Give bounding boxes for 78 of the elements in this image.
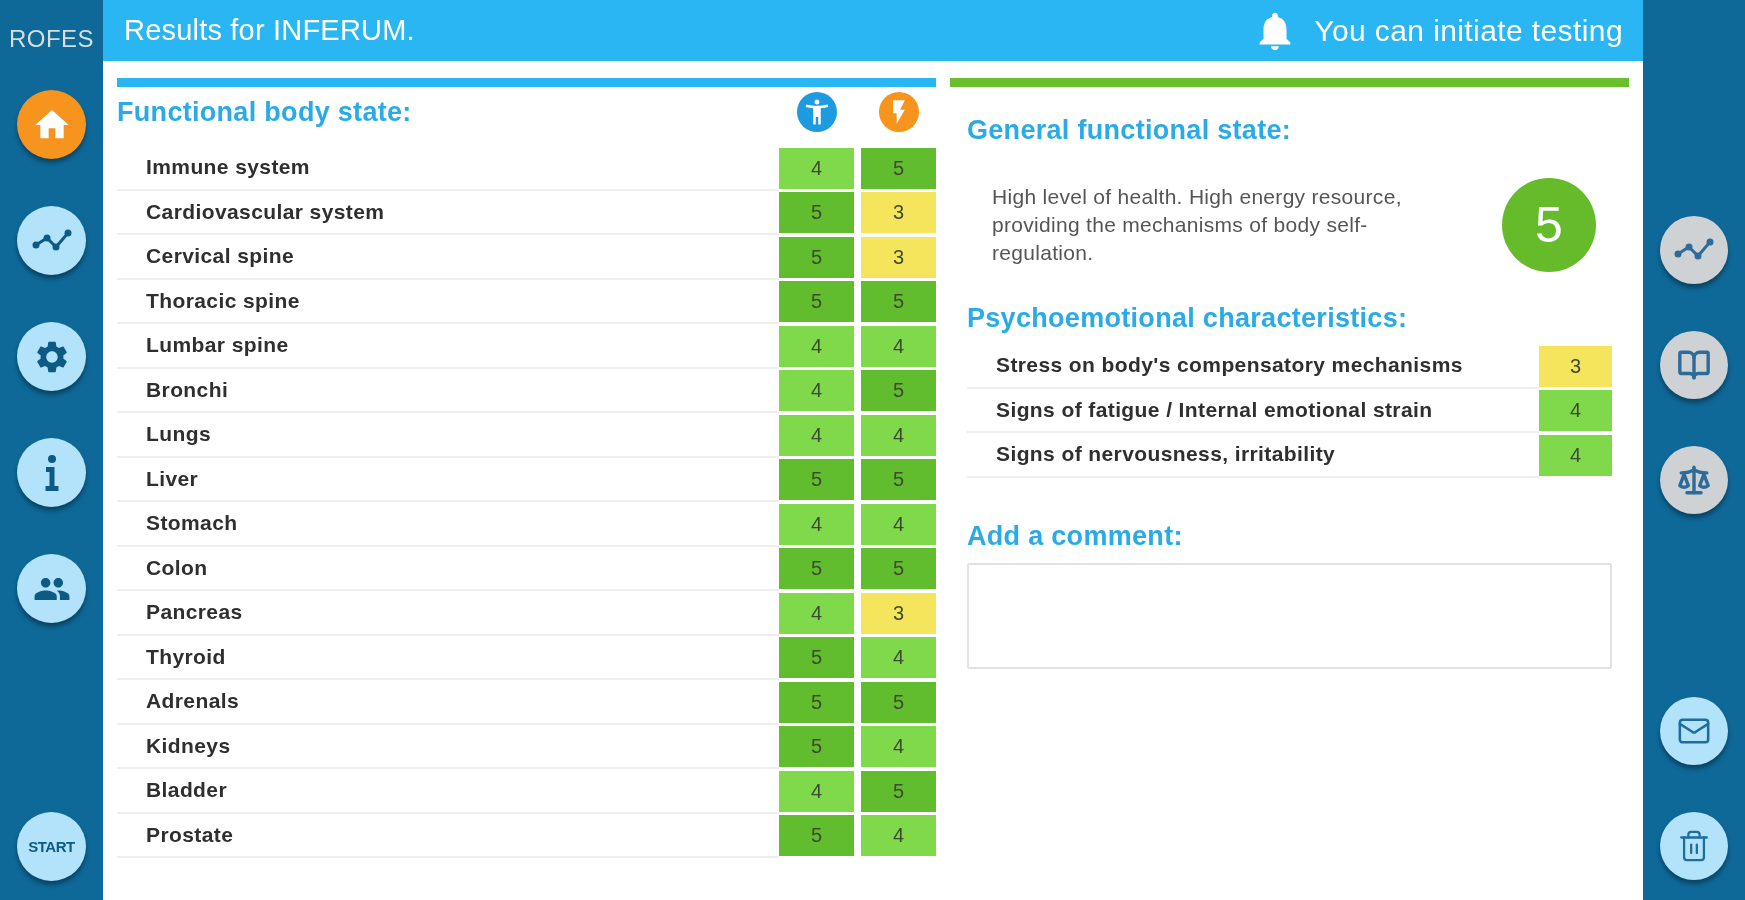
home-button[interactable] <box>17 90 86 159</box>
chart-button[interactable] <box>17 206 86 275</box>
score-cell: 5 <box>779 236 854 278</box>
section-heading: Functional body state: <box>117 96 413 128</box>
logo: ROFES <box>8 26 95 52</box>
score-cell: 5 <box>779 548 854 590</box>
score-cell: 5 <box>779 637 854 679</box>
score-cell: 5 <box>861 370 936 412</box>
row-label: Bronchi <box>117 368 779 413</box>
score-cell: 5 <box>779 192 854 234</box>
row-label: Stomach <box>117 502 779 547</box>
info-icon <box>43 454 60 491</box>
score-cell: 4 <box>779 503 854 545</box>
score-cell: 3 <box>861 192 936 234</box>
row-label: Immune system <box>117 146 779 191</box>
score-cell: 3 <box>861 592 936 634</box>
row-label: Colon <box>117 546 779 591</box>
row-label: Prostate <box>117 813 779 858</box>
score-cell: 5 <box>779 459 854 501</box>
score-cell: 5 <box>861 681 936 723</box>
start-button[interactable]: START <box>17 812 86 881</box>
row-label: Liver <box>117 457 779 502</box>
score-cell: 5 <box>861 548 936 590</box>
row-label: Thyroid <box>117 635 779 680</box>
row-label: Thoracic spine <box>117 279 779 324</box>
mail-button[interactable] <box>1660 697 1728 765</box>
notice-text: You can initiate testing <box>1314 13 1623 48</box>
score-cell: 3 <box>861 236 936 278</box>
row-label: Signs of fatigue / Internal emotional strain <box>967 388 1539 433</box>
score-cell: 4 <box>861 815 936 857</box>
state-description: High level of health. High energy resource, providing the mechanisms of body self-regulation. <box>992 184 1403 266</box>
score-cell: 5 <box>779 815 854 857</box>
book-icon <box>1677 348 1711 382</box>
score-cell: 4 <box>861 325 936 367</box>
row-label: Kidneys <box>117 724 779 769</box>
score-cell: 4 <box>779 414 854 456</box>
score-cell: 4 <box>861 414 936 456</box>
page-title: Results for INFERUM. <box>124 14 415 47</box>
trash-icon <box>1677 829 1711 863</box>
users-button[interactable] <box>17 554 86 623</box>
score-cell: 5 <box>779 726 854 768</box>
score-cell: 5 <box>861 770 936 812</box>
row-label: Bladder <box>117 769 779 814</box>
score-circle: 5 <box>1502 178 1596 272</box>
section-heading: Psychoemotional characteristics: <box>967 303 1409 333</box>
person-icon <box>796 92 837 132</box>
score-cell: 5 <box>861 281 936 323</box>
row-label: Lungs <box>117 413 779 458</box>
trash-button[interactable] <box>1660 812 1728 880</box>
score-cell: 4 <box>779 370 854 412</box>
row-label: Stress on body's compensatory mechanisms <box>967 344 1539 389</box>
score-cell: 5 <box>779 281 854 323</box>
row-label: Cervical spine <box>117 235 779 280</box>
row-label: Lumbar spine <box>117 324 779 369</box>
score-cell: 4 <box>779 325 854 367</box>
score-cell: 5 <box>861 147 936 189</box>
score-cell: 4 <box>861 726 936 768</box>
score-cell: 4 <box>779 592 854 634</box>
score-cell: 3 <box>1539 345 1612 387</box>
comment-field[interactable] <box>967 562 1612 669</box>
section-heading: Add a comment: <box>967 520 1184 551</box>
settings-button[interactable] <box>17 322 86 391</box>
score-cell: 5 <box>861 459 936 501</box>
row-label: Pancreas <box>117 591 779 636</box>
score-cell: 4 <box>1539 390 1612 432</box>
row-label: Adrenals <box>117 680 779 725</box>
score-cell: 4 <box>861 503 936 545</box>
row-label: Signs of nervousness, irritability <box>967 433 1539 478</box>
section-heading: General functional state: <box>967 115 1293 145</box>
score-cell: 4 <box>1539 434 1612 476</box>
row-label: Cardiovascular system <box>117 190 779 235</box>
info-button[interactable] <box>17 438 86 507</box>
score-cell: 4 <box>779 770 854 812</box>
lightning-icon <box>878 92 919 132</box>
score-cell: 5 <box>779 681 854 723</box>
scales-icon <box>1677 463 1711 497</box>
score-cell: 4 <box>861 637 936 679</box>
score-cell: 4 <box>779 147 854 189</box>
